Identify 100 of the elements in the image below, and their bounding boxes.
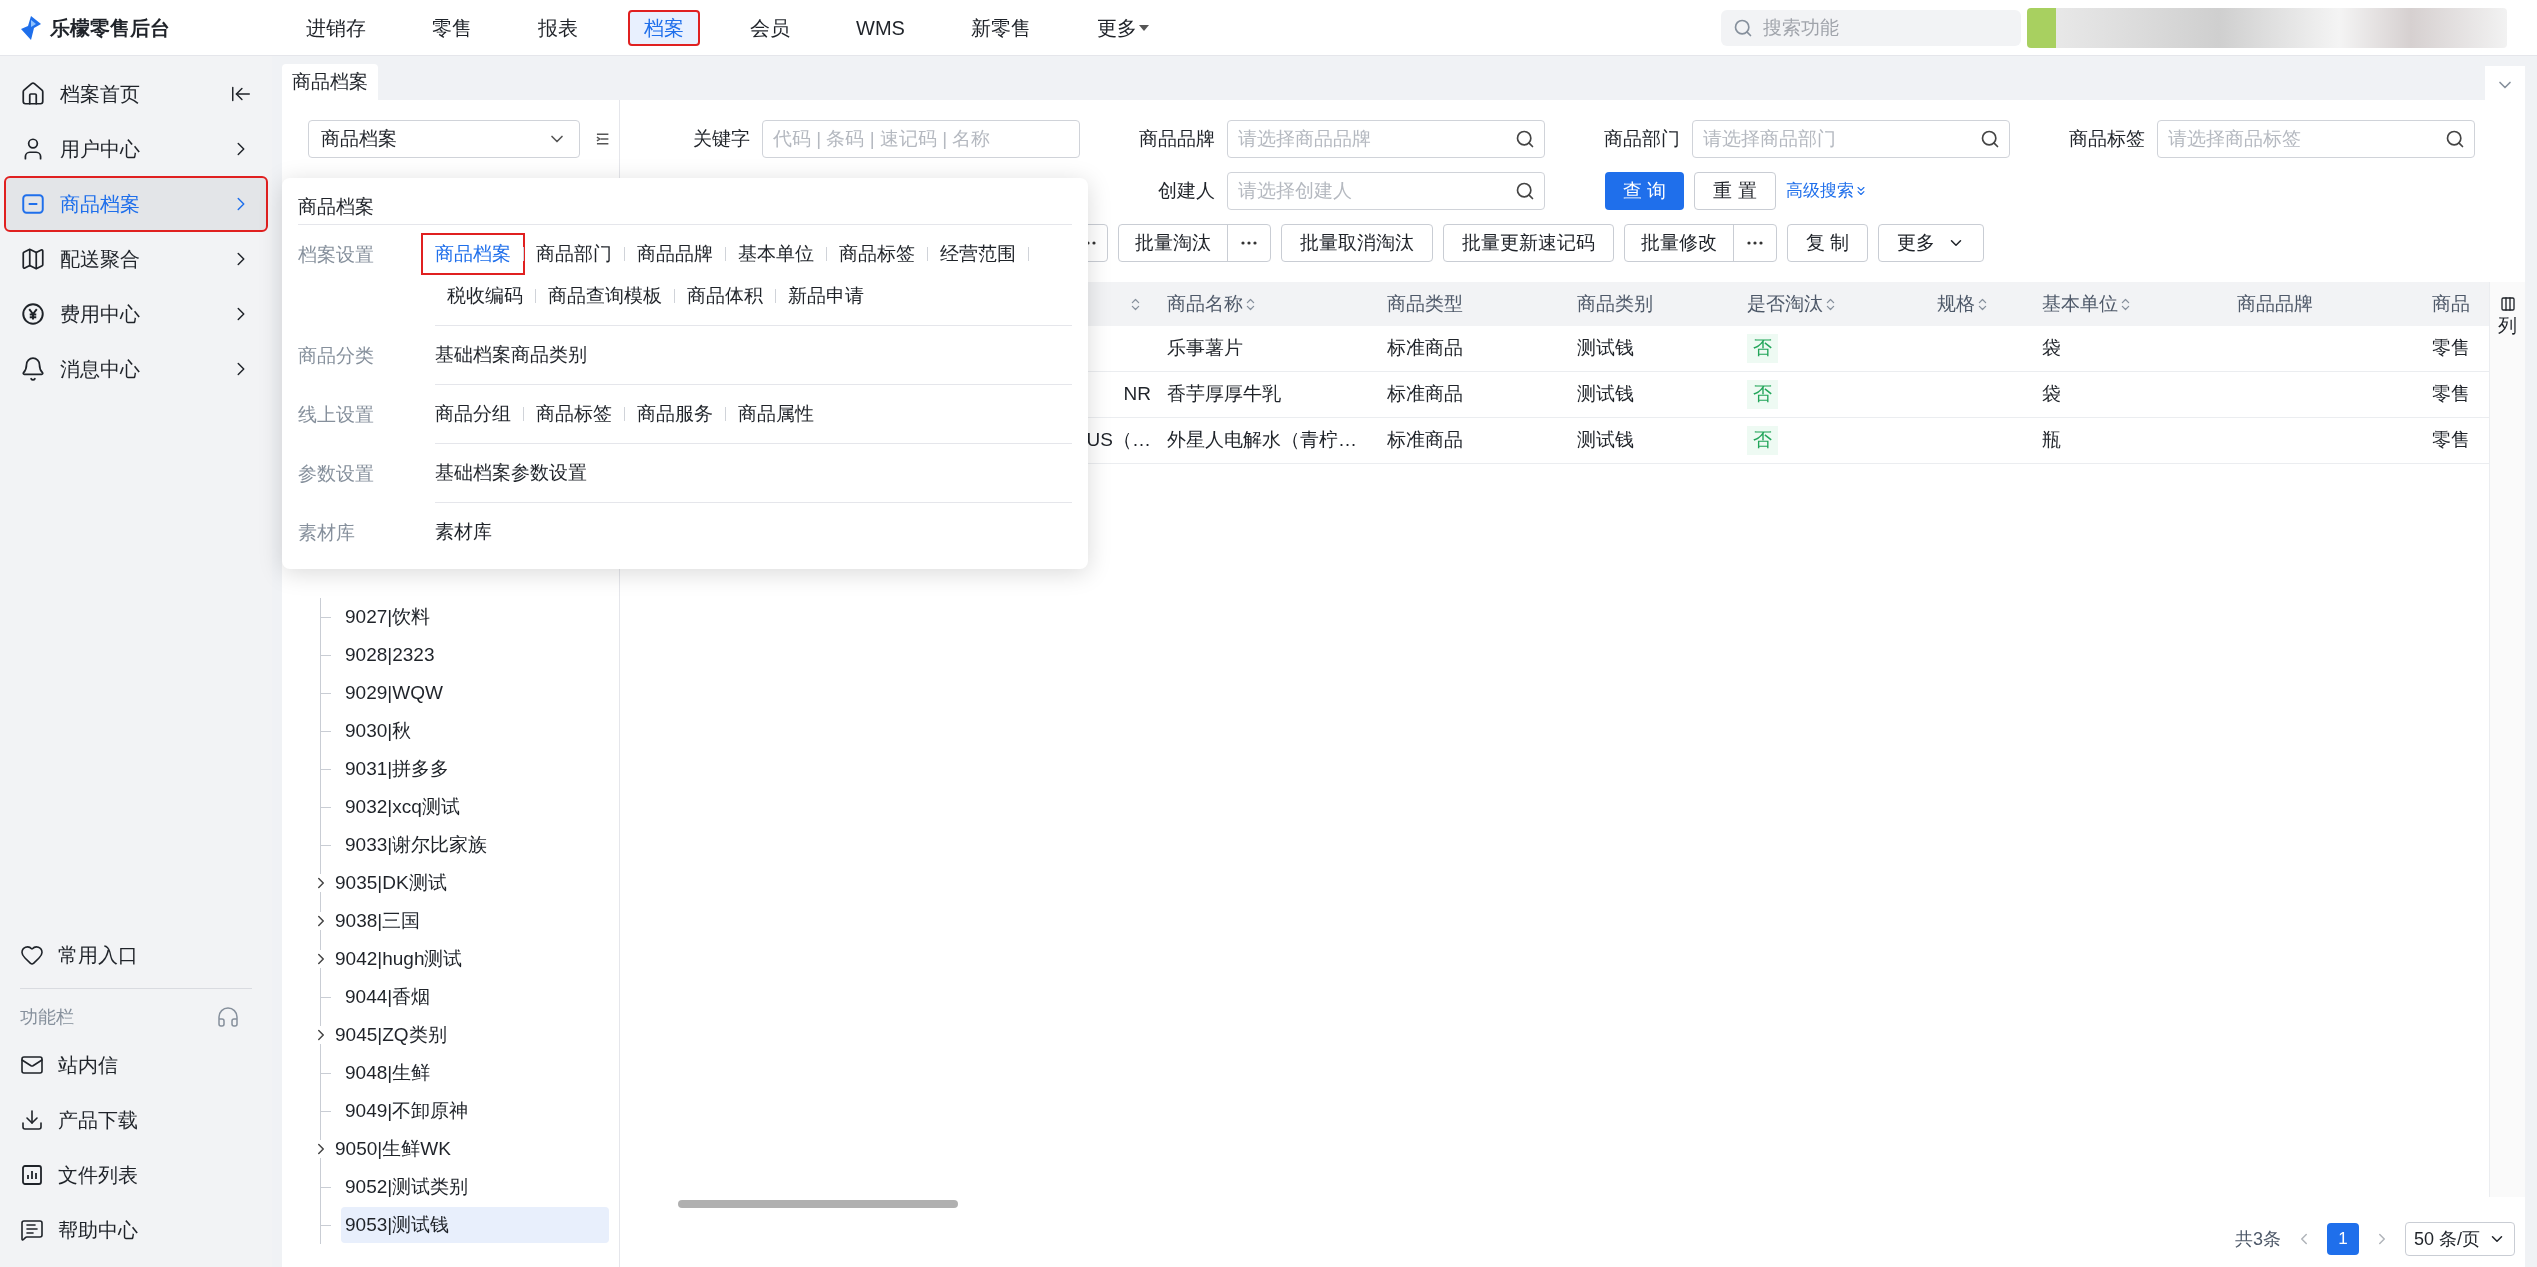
search-icon [2445, 129, 2465, 149]
column-header[interactable]: 商品品牌 [2237, 289, 2313, 319]
column-header[interactable]: 商品类型 [1387, 289, 1463, 319]
submenu-link[interactable]: 新品申请 [776, 277, 876, 315]
toolbar-button[interactable]: 复 制 [1787, 224, 1869, 262]
nav-tab[interactable]: 零售 [416, 9, 488, 46]
tree-item[interactable]: 9031|拼多多 [341, 751, 609, 787]
tree-item[interactable]: 9033|谢尔比家族 [341, 827, 609, 863]
tree-item[interactable]: 9032|xcq测试 [341, 789, 609, 825]
home-icon [20, 81, 46, 107]
submenu-title: 商品档案 [298, 194, 375, 219]
search-icon [1515, 181, 1535, 201]
filter-label: 商品部门 [1603, 126, 1681, 151]
search-icon [1733, 17, 1753, 38]
submenu-link[interactable]: 基本单位 [726, 235, 826, 273]
advanced-search-link[interactable]: 高级搜索 [1785, 178, 1868, 204]
nav-tab[interactable]: 报表 [522, 9, 594, 46]
tree-item[interactable]: 9048|生鲜 [341, 1055, 609, 1091]
yen-icon [20, 301, 46, 327]
column-header[interactable]: 基本单位 [2042, 289, 2133, 319]
submenu-link[interactable]: 商品档案 [423, 235, 523, 273]
submenu-link[interactable]: 商品查询模板 [536, 277, 674, 315]
search-field[interactable]: 搜索功能 [1721, 9, 2021, 46]
nav-tab[interactable]: 进销存 [290, 9, 382, 46]
nav-tab[interactable]: 会员 [734, 9, 806, 46]
section-label: 档案设置 [298, 243, 375, 267]
favorites-item[interactable]: 常用入口 [20, 930, 252, 980]
table-cell-text: 瓶 [2042, 428, 2061, 453]
filter-field[interactable]: 请选择商品标签 [2157, 120, 2475, 158]
table-cell-text: 零售 [2432, 336, 2470, 361]
tree-item[interactable]: 9029|WQW [341, 675, 609, 711]
filter-field[interactable]: 请选择创建人 [1227, 172, 1545, 210]
nav-tab[interactable]: 更多 [1080, 9, 1165, 46]
sidebar-item[interactable]: 消息中心 [6, 343, 266, 395]
tree-item[interactable]: 9052|测试类别 [341, 1169, 609, 1205]
toolbar-button[interactable]: 批量取消淘汰 [1281, 224, 1433, 262]
tree-item[interactable]: 9028|2323 [341, 637, 609, 673]
column-header[interactable]: 是否淘汰 [1747, 289, 1838, 319]
submenu-link[interactable]: 税收编码 [435, 277, 535, 315]
page-button[interactable]: 1 [2326, 1223, 2359, 1255]
column-header[interactable]: 商品类别 [1577, 289, 1653, 319]
submenu-link[interactable]: 商品品牌 [625, 235, 725, 273]
tree-item[interactable]: 9038|三国 [331, 903, 609, 939]
tree-item[interactable]: 9030|秋 [341, 713, 609, 749]
column-header[interactable]: 商品 [2432, 289, 2470, 319]
nav-tab[interactable]: 档案 [628, 9, 700, 46]
sidebar-tool[interactable]: 文件列表 [20, 1147, 252, 1202]
nav-tab[interactable]: 新零售 [954, 9, 1047, 46]
nav-tab[interactable]: WMS [840, 9, 921, 46]
filter-field[interactable]: 请选择商品品牌 [1227, 120, 1545, 158]
submenu-link[interactable]: 商品体积 [675, 277, 775, 315]
tree-item[interactable]: 9050|生鲜WK [331, 1131, 609, 1167]
submenu-link[interactable]: 商品属性 [726, 395, 826, 433]
sidebar-tool[interactable]: 帮助中心 [20, 1202, 252, 1257]
tree-item[interactable]: 9027|饮料 [341, 599, 609, 635]
horizontal-scrollbar[interactable] [678, 1200, 958, 1208]
sidebar-item[interactable]: 配送聚合 [6, 233, 266, 285]
table-cell-text: 香芋厚厚牛乳 [1167, 382, 1281, 407]
columns-icon [2499, 296, 2516, 312]
status-tag: 否 [1747, 334, 1778, 363]
page-tab[interactable]: 商品档案 [282, 64, 378, 100]
filter-field[interactable]: 请选择商品部门 [1692, 120, 2010, 158]
submenu-link[interactable]: 基础档案参数设置 [423, 454, 599, 492]
tree-item[interactable]: 9044|香烟 [341, 979, 609, 1015]
column-header[interactable]: 商品名称 [1167, 289, 1258, 319]
toolbar-button[interactable]: 批量更新速记码 [1443, 224, 1614, 262]
column-settings-button[interactable]: 列 [2498, 282, 2517, 341]
page-size-select[interactable]: 50 条/页 [2404, 1222, 2515, 1256]
map-icon [20, 246, 46, 272]
sidebar-tool[interactable]: 站内信 [20, 1037, 252, 1092]
headset-icon [216, 1005, 240, 1029]
submenu-link[interactable]: 商品标签 [524, 395, 624, 433]
tree-item[interactable]: 9045|ZQ类别 [331, 1017, 609, 1053]
submenu-link[interactable]: 商品服务 [625, 395, 725, 433]
collapse-panel-icon[interactable] [595, 131, 609, 147]
submenu-link[interactable]: 商品标签 [827, 235, 927, 273]
table-cell-text: 标准商品 [1387, 336, 1463, 361]
toolbar-button[interactable]: 更多 [1878, 224, 1985, 262]
sidebar-item[interactable]: 档案首页 [6, 68, 266, 120]
query-button[interactable]: 查 询 [1605, 172, 1685, 210]
tree-item[interactable]: 9053|测试钱 [341, 1207, 609, 1243]
submenu-link[interactable]: 基础档案商品类别 [423, 336, 599, 374]
column-header[interactable]: 规格 [1937, 289, 1990, 319]
filter-field[interactable]: 代码 | 条码 | 速记码 | 名称 [762, 120, 1080, 158]
sidebar-item[interactable]: 费用中心 [6, 288, 266, 340]
submenu-link[interactable]: 经营范围 [928, 235, 1028, 273]
category-select[interactable]: 商品档案 [308, 120, 580, 158]
sidebar-item[interactable]: 用户中心 [6, 123, 266, 175]
total-count: 共3条 [2234, 1227, 2281, 1251]
tree-item[interactable]: 9049|不卸原神 [341, 1093, 609, 1129]
reset-button[interactable]: 重 置 [1694, 172, 1776, 210]
submenu-link[interactable]: 商品部门 [524, 235, 624, 273]
submenu-link[interactable]: 商品分组 [423, 395, 523, 433]
chart-icon [20, 1162, 44, 1187]
tree-item[interactable]: 9042|hugh测试 [331, 941, 609, 977]
sidebar-item[interactable]: 商品档案 [6, 178, 266, 230]
logo-icon [20, 14, 42, 41]
tree-item[interactable]: 9035|DK测试 [331, 865, 609, 901]
submenu-link[interactable]: 素材库 [423, 513, 504, 551]
sidebar-tool[interactable]: 产品下载 [20, 1092, 252, 1147]
